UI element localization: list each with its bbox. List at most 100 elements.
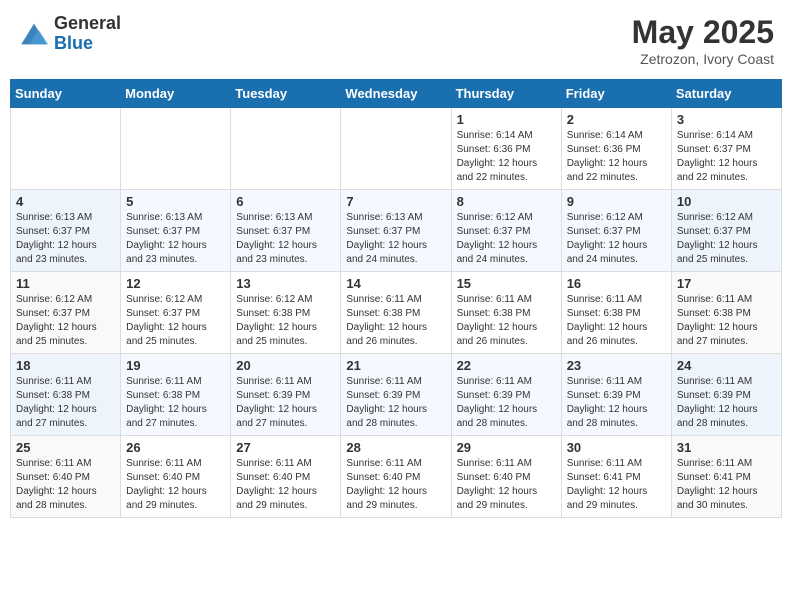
calendar-week-5: 25 Sunrise: 6:11 AM Sunset: 6:40 PM Dayli… xyxy=(11,436,782,518)
calendar-week-3: 11 Sunrise: 6:12 AM Sunset: 6:37 PM Dayli… xyxy=(11,272,782,354)
calendar-cell: 12 Sunrise: 6:12 AM Sunset: 6:37 PM Dayli… xyxy=(121,272,231,354)
day-header-friday: Friday xyxy=(561,80,671,108)
day-info: Sunrise: 6:11 AM Sunset: 6:39 PM Dayligh… xyxy=(457,375,556,431)
calendar-cell: 5 Sunrise: 6:13 AM Sunset: 6:37 PM Daylig… xyxy=(121,190,231,272)
day-info: Sunrise: 6:11 AM Sunset: 6:39 PM Dayligh… xyxy=(236,375,335,431)
day-info: Sunrise: 6:13 AM Sunset: 6:37 PM Dayligh… xyxy=(126,211,225,267)
day-number: 5 xyxy=(126,194,225,209)
calendar-cell: 25 Sunrise: 6:11 AM Sunset: 6:40 PM Dayli… xyxy=(11,436,121,518)
day-info: Sunrise: 6:11 AM Sunset: 6:40 PM Dayligh… xyxy=(457,457,556,513)
day-info: Sunrise: 6:12 AM Sunset: 6:38 PM Dayligh… xyxy=(236,293,335,349)
day-number: 11 xyxy=(16,276,115,291)
month-title: May 2025 xyxy=(632,14,774,51)
day-info: Sunrise: 6:11 AM Sunset: 6:40 PM Dayligh… xyxy=(126,457,225,513)
day-number: 9 xyxy=(567,194,666,209)
calendar-cell: 29Sunrise: 6:11 AM Sunset: 6:40 PM Dayli… xyxy=(451,436,561,518)
day-info: Sunrise: 6:11 AM Sunset: 6:39 PM Dayligh… xyxy=(677,375,776,431)
day-info: Sunrise: 6:11 AM Sunset: 6:38 PM Dayligh… xyxy=(457,293,556,349)
day-number: 17 xyxy=(677,276,776,291)
calendar-week-2: 4 Sunrise: 6:13 AM Sunset: 6:37 PM Daylig… xyxy=(11,190,782,272)
day-info: Sunrise: 6:11 AM Sunset: 6:41 PM Dayligh… xyxy=(677,457,776,513)
day-info: Sunrise: 6:11 AM Sunset: 6:39 PM Dayligh… xyxy=(567,375,666,431)
day-number: 20 xyxy=(236,358,335,373)
day-number: 21 xyxy=(346,358,445,373)
calendar-cell: 11 Sunrise: 6:12 AM Sunset: 6:37 PM Dayli… xyxy=(11,272,121,354)
calendar-cell: 9Sunrise: 6:12 AM Sunset: 6:37 PM Daylig… xyxy=(561,190,671,272)
day-info: Sunrise: 6:13 AM Sunset: 6:37 PM Dayligh… xyxy=(346,211,445,267)
calendar-cell: 18 Sunrise: 6:11 AM Sunset: 6:38 PM Dayli… xyxy=(11,354,121,436)
title-block: May 2025 Zetrozon, Ivory Coast xyxy=(632,14,774,67)
calendar-week-4: 18 Sunrise: 6:11 AM Sunset: 6:38 PM Dayli… xyxy=(11,354,782,436)
calendar-cell xyxy=(231,108,341,190)
logo-text: General Blue xyxy=(54,14,121,54)
day-info: Sunrise: 6:12 AM Sunset: 6:37 PM Dayligh… xyxy=(457,211,556,267)
day-number: 14 xyxy=(346,276,445,291)
day-header-thursday: Thursday xyxy=(451,80,561,108)
day-number: 16 xyxy=(567,276,666,291)
day-number: 1 xyxy=(457,112,556,127)
calendar-cell: 26Sunrise: 6:11 AM Sunset: 6:40 PM Dayli… xyxy=(121,436,231,518)
logo-icon xyxy=(18,20,50,48)
logo-blue: Blue xyxy=(54,33,93,53)
day-info: Sunrise: 6:13 AM Sunset: 6:37 PM Dayligh… xyxy=(16,211,115,267)
day-number: 23 xyxy=(567,358,666,373)
page-header: General Blue May 2025 Zetrozon, Ivory Co… xyxy=(10,10,782,71)
calendar-cell: 14 Sunrise: 6:11 AM Sunset: 6:38 PM Dayli… xyxy=(341,272,451,354)
day-number: 13 xyxy=(236,276,335,291)
day-info: Sunrise: 6:11 AM Sunset: 6:40 PM Dayligh… xyxy=(236,457,335,513)
day-header-tuesday: Tuesday xyxy=(231,80,341,108)
calendar-cell: 15 Sunrise: 6:11 AM Sunset: 6:38 PM Dayli… xyxy=(451,272,561,354)
day-info: Sunrise: 6:12 AM Sunset: 6:37 PM Dayligh… xyxy=(16,293,115,349)
day-number: 7 xyxy=(346,194,445,209)
calendar-cell: 10Sunrise: 6:12 AM Sunset: 6:37 PM Dayli… xyxy=(671,190,781,272)
day-number: 2 xyxy=(567,112,666,127)
calendar-cell: 6 Sunrise: 6:13 AM Sunset: 6:37 PM Daylig… xyxy=(231,190,341,272)
day-info: Sunrise: 6:14 AM Sunset: 6:37 PM Dayligh… xyxy=(677,129,776,185)
day-info: Sunrise: 6:11 AM Sunset: 6:40 PM Dayligh… xyxy=(16,457,115,513)
calendar-cell: 27Sunrise: 6:11 AM Sunset: 6:40 PM Dayli… xyxy=(231,436,341,518)
day-number: 22 xyxy=(457,358,556,373)
day-info: Sunrise: 6:13 AM Sunset: 6:37 PM Dayligh… xyxy=(236,211,335,267)
day-info: Sunrise: 6:11 AM Sunset: 6:38 PM Dayligh… xyxy=(16,375,115,431)
calendar-cell: 8Sunrise: 6:12 AM Sunset: 6:37 PM Daylig… xyxy=(451,190,561,272)
day-header-saturday: Saturday xyxy=(671,80,781,108)
day-number: 10 xyxy=(677,194,776,209)
day-number: 31 xyxy=(677,440,776,455)
day-info: Sunrise: 6:14 AM Sunset: 6:36 PM Dayligh… xyxy=(567,129,666,185)
day-number: 12 xyxy=(126,276,225,291)
day-info: Sunrise: 6:14 AM Sunset: 6:36 PM Dayligh… xyxy=(457,129,556,185)
calendar-cell: 13 Sunrise: 6:12 AM Sunset: 6:38 PM Dayli… xyxy=(231,272,341,354)
calendar-cell: 23 Sunrise: 6:11 AM Sunset: 6:39 PM Dayli… xyxy=(561,354,671,436)
logo-general: General xyxy=(54,13,121,33)
day-info: Sunrise: 6:11 AM Sunset: 6:40 PM Dayligh… xyxy=(346,457,445,513)
location-subtitle: Zetrozon, Ivory Coast xyxy=(632,51,774,67)
day-header-monday: Monday xyxy=(121,80,231,108)
day-number: 25 xyxy=(16,440,115,455)
day-info: Sunrise: 6:11 AM Sunset: 6:38 PM Dayligh… xyxy=(677,293,776,349)
calendar-cell: 7 Sunrise: 6:13 AM Sunset: 6:37 PM Daylig… xyxy=(341,190,451,272)
calendar-cell: 3Sunrise: 6:14 AM Sunset: 6:37 PM Daylig… xyxy=(671,108,781,190)
day-info: Sunrise: 6:12 AM Sunset: 6:37 PM Dayligh… xyxy=(126,293,225,349)
day-info: Sunrise: 6:11 AM Sunset: 6:41 PM Dayligh… xyxy=(567,457,666,513)
logo: General Blue xyxy=(18,14,121,54)
calendar-cell: 17 Sunrise: 6:11 AM Sunset: 6:38 PM Dayli… xyxy=(671,272,781,354)
calendar-cell: 31 Sunrise: 6:11 AM Sunset: 6:41 PM Dayli… xyxy=(671,436,781,518)
day-info: Sunrise: 6:11 AM Sunset: 6:38 PM Dayligh… xyxy=(346,293,445,349)
calendar-cell: 21Sunrise: 6:11 AM Sunset: 6:39 PM Dayli… xyxy=(341,354,451,436)
calendar-cell xyxy=(11,108,121,190)
day-number: 19 xyxy=(126,358,225,373)
calendar-cell: 19Sunrise: 6:11 AM Sunset: 6:38 PM Dayli… xyxy=(121,354,231,436)
calendar-header-row: SundayMondayTuesdayWednesdayThursdayFrid… xyxy=(11,80,782,108)
calendar-cell: 4 Sunrise: 6:13 AM Sunset: 6:37 PM Daylig… xyxy=(11,190,121,272)
day-number: 28 xyxy=(346,440,445,455)
day-number: 24 xyxy=(677,358,776,373)
day-header-sunday: Sunday xyxy=(11,80,121,108)
calendar-cell: 22 Sunrise: 6:11 AM Sunset: 6:39 PM Dayli… xyxy=(451,354,561,436)
day-number: 6 xyxy=(236,194,335,209)
day-number: 15 xyxy=(457,276,556,291)
day-number: 18 xyxy=(16,358,115,373)
calendar-cell: 20 Sunrise: 6:11 AM Sunset: 6:39 PM Dayli… xyxy=(231,354,341,436)
day-number: 30 xyxy=(567,440,666,455)
calendar-cell: 24 Sunrise: 6:11 AM Sunset: 6:39 PM Dayli… xyxy=(671,354,781,436)
day-number: 4 xyxy=(16,194,115,209)
